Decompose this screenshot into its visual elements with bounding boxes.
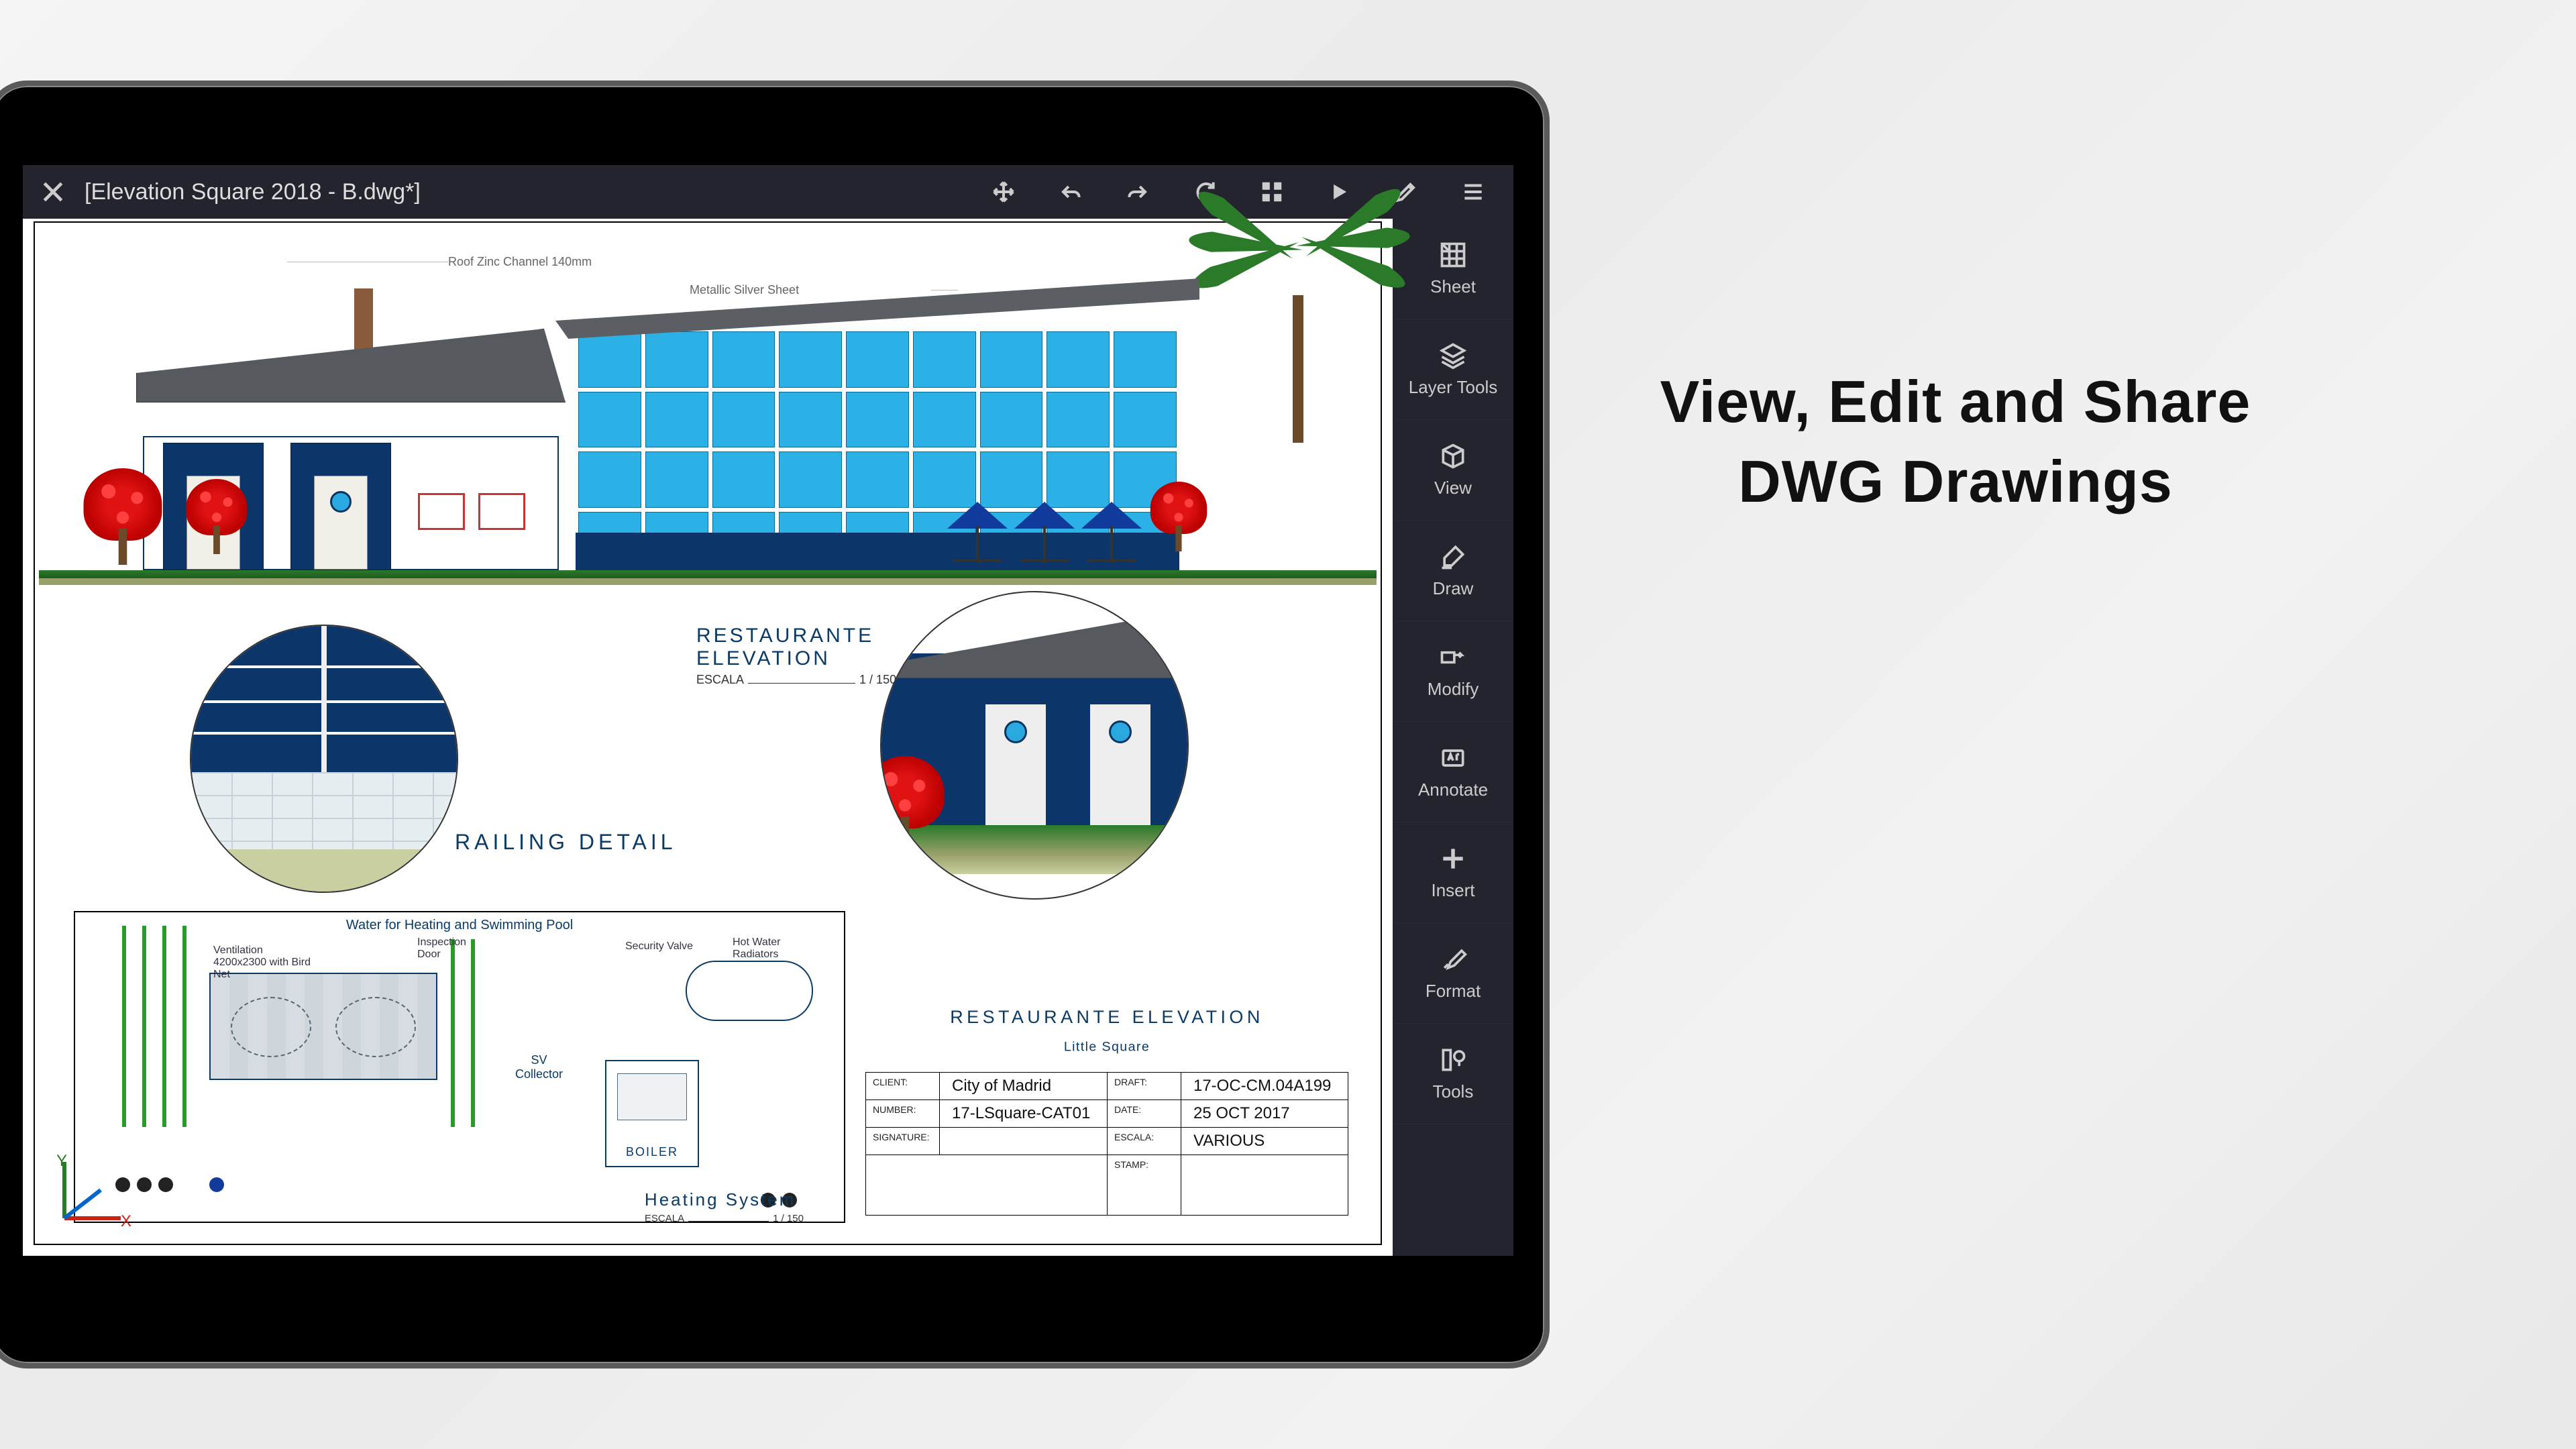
tb-key: NUMBER: — [866, 1100, 940, 1128]
marketing-headline: View, Edit and Share DWG Drawings — [1603, 362, 2308, 522]
pressure-vessel — [686, 961, 813, 1021]
close-button[interactable] — [30, 168, 76, 215]
tool-label: View — [1434, 478, 1472, 498]
tb-val: 25 OCT 2017 — [1181, 1100, 1348, 1128]
redo-button[interactable] — [1104, 168, 1171, 215]
tb-val — [1181, 1155, 1348, 1216]
red-tree — [84, 468, 162, 565]
tool-label: Format — [1426, 981, 1481, 1002]
diagram-annotation: Ventilation 4200x2300 with Bird Net — [213, 945, 314, 981]
plus-icon — [1438, 844, 1468, 873]
tool-format[interactable]: Format — [1393, 923, 1513, 1024]
tool-draw[interactable]: Draw — [1393, 521, 1513, 621]
cube-icon — [1438, 441, 1468, 471]
titleblock-table: CLIENT: City of Madrid DRAFT: 17-OC-CM.0… — [865, 1072, 1348, 1216]
sheet-icon — [1438, 240, 1468, 270]
tool-modify[interactable]: Modify — [1393, 621, 1513, 722]
railing-detail-circle — [190, 625, 458, 893]
menu-button[interactable] — [1440, 168, 1507, 215]
callout-roof: Roof Zinc Channel 140mm — [448, 255, 690, 269]
tb-val — [940, 1128, 1108, 1155]
marketing-line1: View, Edit and Share — [1603, 362, 2308, 442]
title-block: RESTAURANTE ELEVATION Little Square CLIE… — [865, 994, 1348, 1242]
tool-label: Insert — [1431, 880, 1474, 901]
heating-label: Heating System ESCALA1 / 150 — [645, 1189, 804, 1224]
sv-collector-label: SV Collector — [515, 1053, 563, 1081]
tb-val: 17-LSquare-CAT01 — [940, 1100, 1108, 1128]
boiler: BOILER — [605, 1060, 699, 1167]
layers-icon — [1438, 341, 1468, 370]
annotate-icon — [1438, 743, 1468, 773]
undo-button[interactable] — [1037, 168, 1104, 215]
callout-frame: Metallic Silver Sheet — [690, 283, 931, 297]
tb-key: CLIENT: — [866, 1073, 940, 1100]
railing-label: RAILING DETAIL — [455, 830, 677, 855]
water-tank — [209, 973, 437, 1080]
tool-layer[interactable]: Layer Tools — [1393, 319, 1513, 420]
detail-section: RESTAURANTE ELEVATION ESCALA1 / 150 RAIL… — [39, 618, 1377, 940]
elevation-label: RESTAURANTE ELEVATION ESCALA1 / 150 — [696, 625, 896, 687]
tool-label: Annotate — [1418, 780, 1488, 800]
tool-label: Layer Tools — [1409, 377, 1498, 398]
drawing-canvas[interactable]: Roof Zinc Channel 140mm Metallic Silver … — [23, 219, 1393, 1256]
tb-val: City of Madrid — [940, 1073, 1108, 1100]
palm-tree — [1229, 208, 1370, 443]
diagram-annotation: Hot Water Radiators — [733, 936, 813, 961]
document-title: [Elevation Square 2018 - B.dwg*] — [85, 179, 421, 205]
tablet-frame: [Elevation Square 2018 - B.dwg*] — [0, 80, 1550, 1368]
bottom-section: Water for Heating and Swimming Pool BOIL… — [39, 904, 1377, 1242]
tb-key: DATE: — [1107, 1100, 1181, 1128]
tool-insert[interactable]: Insert — [1393, 822, 1513, 923]
tb-val: 17-OC-CM.04A199 — [1181, 1073, 1348, 1100]
move-icon[interactable] — [970, 168, 1037, 215]
right-tool-panel: Sheet Layer Tools View Draw Modify Annot… — [1393, 219, 1513, 1256]
tool-sheet[interactable]: Sheet — [1393, 219, 1513, 319]
diagram-title: Water for Heating and Swimming Pool — [75, 918, 844, 933]
red-tree — [1150, 482, 1208, 551]
tool-label: Modify — [1428, 679, 1479, 700]
modify-icon — [1438, 643, 1468, 672]
red-tree — [186, 479, 248, 554]
tb-key: SIGNATURE: — [866, 1128, 940, 1155]
tool-annotate[interactable]: Annotate — [1393, 722, 1513, 822]
tool-view[interactable]: View — [1393, 420, 1513, 521]
app-screen: [Elevation Square 2018 - B.dwg*] — [23, 165, 1513, 1256]
tool-label: Tools — [1433, 1081, 1474, 1102]
tb-key: STAMP: — [1107, 1155, 1181, 1216]
tool-tools[interactable]: Tools — [1393, 1024, 1513, 1124]
svg-text:X: X — [121, 1212, 131, 1230]
tb-key: DRAFT: — [1107, 1073, 1181, 1100]
patio-umbrellas — [947, 495, 1148, 569]
pencil-line-icon — [1438, 542, 1468, 572]
elevation-view: Roof Zinc Channel 140mm Metallic Silver … — [39, 228, 1377, 610]
tool-label: Sheet — [1430, 276, 1476, 297]
diagram-annotation: Security Valve — [625, 941, 693, 953]
tb-key — [866, 1155, 1108, 1216]
entrance-detail-circle — [880, 591, 1189, 900]
tools-icon — [1438, 1045, 1468, 1075]
heating-diagram: Water for Heating and Swimming Pool BOIL… — [74, 911, 845, 1223]
titleblock-subtitle: Little Square — [938, 1039, 1276, 1054]
tb-key: ESCALA: — [1107, 1128, 1181, 1155]
svg-text:Y: Y — [56, 1152, 67, 1170]
tb-val: VARIOUS — [1181, 1128, 1348, 1155]
marketing-line2: DWG Drawings — [1603, 442, 2308, 522]
tool-label: Draw — [1433, 578, 1474, 599]
diagram-annotation: Inspection Door — [417, 936, 491, 961]
brush-icon — [1438, 945, 1468, 974]
ucs-axis-icon: Y X — [52, 1150, 133, 1230]
titleblock-title: RESTAURANTE ELEVATION — [890, 1008, 1324, 1028]
